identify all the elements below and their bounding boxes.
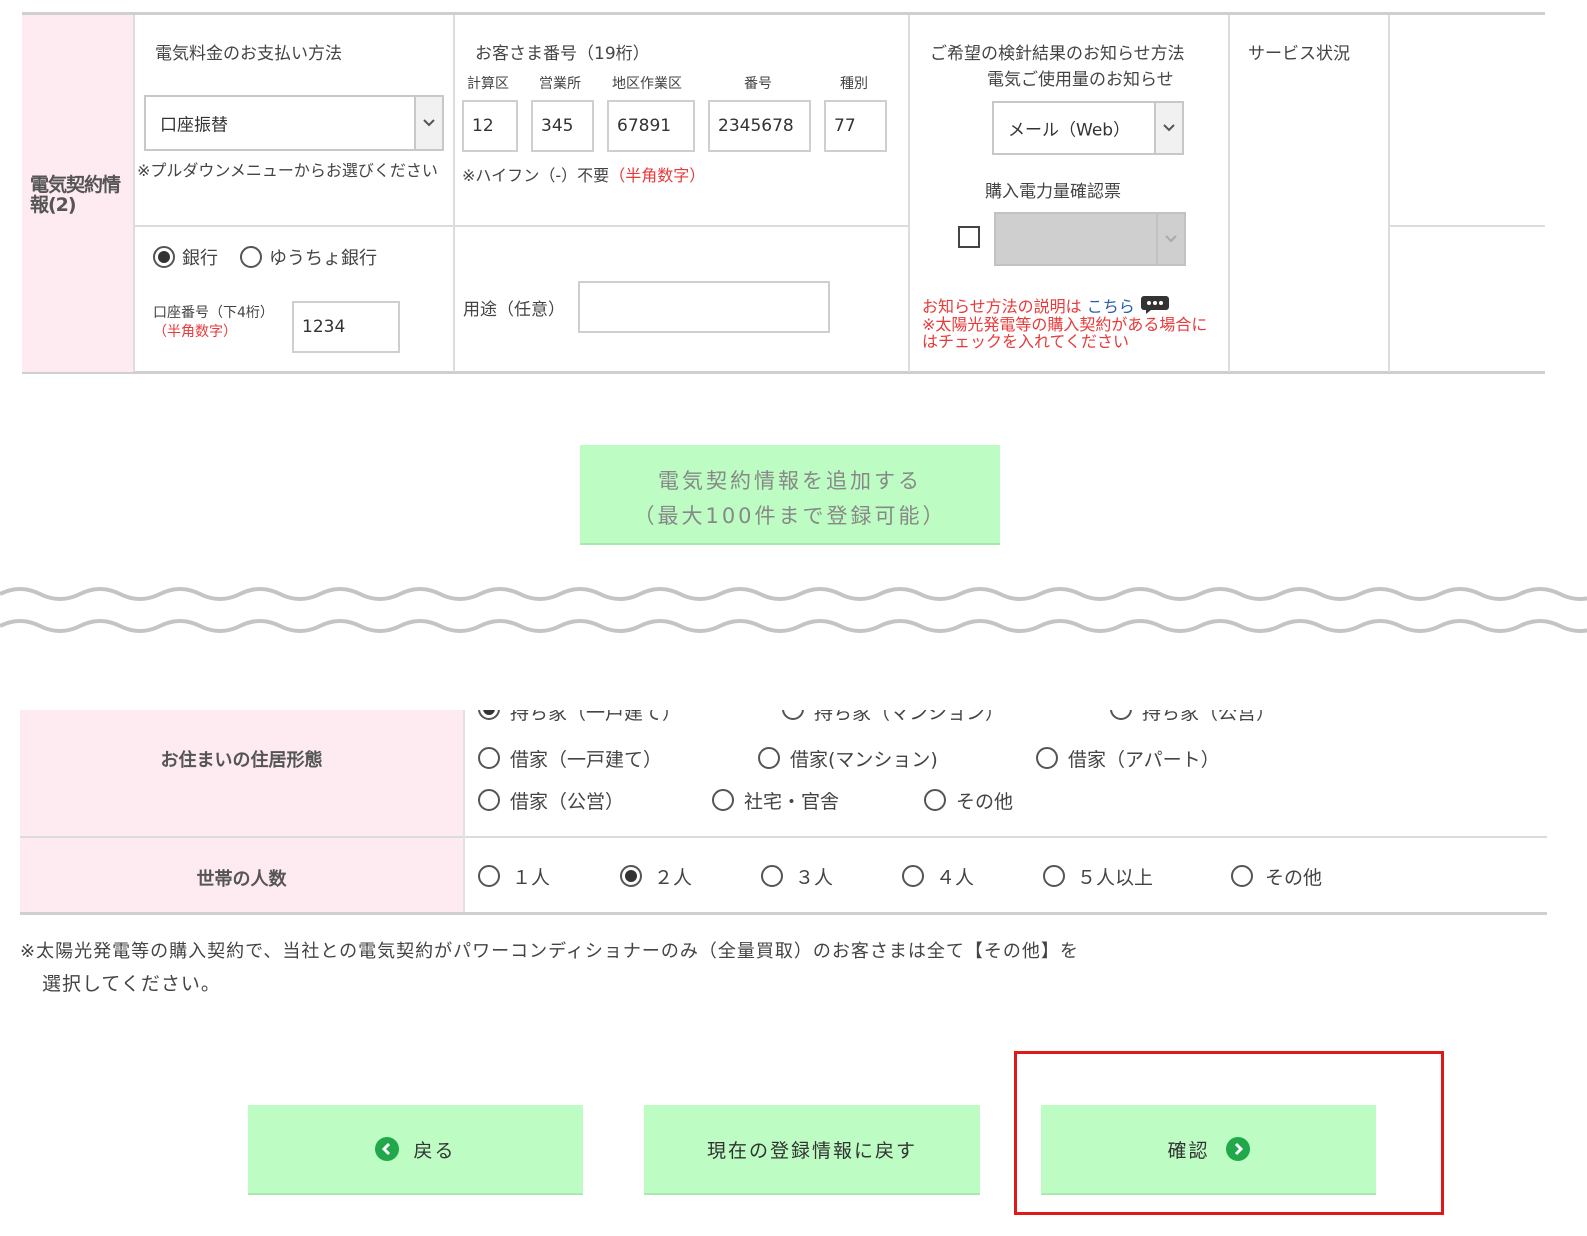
chevron-down-icon [1154, 103, 1182, 153]
usage-label: 用途（任意） [463, 300, 565, 320]
housing-company-radio[interactable] [712, 789, 734, 811]
housing-label-cell [20, 710, 463, 836]
household-option-label: その他 [1265, 867, 1323, 889]
purchase-contract-note: ※太陽光発電等の購入契約がある場合にはチェックを入れてください [922, 315, 1208, 351]
customer-number-input-3[interactable]: 67891 [607, 100, 695, 152]
chevron-down-icon [1156, 214, 1184, 264]
notification-method-value: メール（Web） [1008, 120, 1131, 141]
row-divider [20, 836, 1547, 838]
housing-option-label: 借家(マンション) [790, 749, 938, 771]
household-5plus-radio[interactable] [1043, 865, 1065, 887]
wave-separator [0, 587, 1587, 633]
household-3-radio[interactable] [761, 865, 783, 887]
footnote-line: ※太陽光発電等の購入契約で、当社との電気契約がパワーコンディショナーのみ（全量買… [20, 941, 1079, 962]
yucho-bank-radio[interactable] [240, 246, 262, 268]
column-divider [463, 710, 465, 912]
add-contract-button-label: 電気契約情報を追加する [658, 469, 922, 493]
account-number-hint: （半角数字） [153, 324, 237, 340]
customer-number-note: ※ハイフン（-）不要（半角数字） [462, 166, 705, 185]
bank-radio-label: 銀行 [182, 248, 218, 269]
bank-radio[interactable] [153, 246, 175, 268]
notification-explain: お知らせ方法の説明は こちら [922, 295, 1170, 316]
housing-option-label: 借家（アパート） [1068, 749, 1220, 771]
contract-info-table: 電気契約情報(2) 電気料金のお支払い方法 口座振替 ※プルダウンメニューからお… [22, 12, 1545, 374]
reset-button-label: 現在の登録情報に戻す [706, 1139, 917, 1162]
customer-number-note-red: （半角数字） [609, 166, 706, 185]
housing-option-label: 持ち家（公営） [1142, 710, 1276, 724]
housing-option-label: その他 [956, 791, 1014, 813]
housing-type-label: お住まいの住居形態 [160, 750, 323, 771]
purchase-power-label: 購入電力量確認票 [985, 182, 1121, 202]
housing-option-label: 社宅・官舎 [744, 791, 840, 813]
household-option-label: ２人 [654, 867, 693, 889]
housing-option-label: 持ち家（マンション） [814, 710, 1005, 724]
account-number-label: 口座番号（下4桁） [153, 305, 274, 321]
service-status-label: サービス状況 [1248, 44, 1350, 64]
customer-number-note-text: ※ハイフン（-）不要 [462, 166, 610, 185]
row-divider [1390, 225, 1545, 227]
customer-number-header: 種別 [840, 76, 868, 92]
add-contract-button[interactable]: 電気契約情報を追加する （最大100件まで登録可能） [580, 445, 1000, 545]
usage-input[interactable] [578, 281, 830, 333]
payment-method-label: 電気料金のお支払い方法 [155, 44, 342, 64]
chevron-left-circle-icon [375, 1137, 400, 1161]
chevron-down-icon [414, 97, 442, 149]
household-size-label: 世帯の人数 [196, 869, 287, 890]
household-other-radio[interactable] [1231, 865, 1253, 887]
speech-bubble-icon [1140, 296, 1169, 314]
housing-own-public-radio[interactable] [1110, 710, 1132, 720]
household-option-label: ５人以上 [1077, 867, 1154, 889]
household-info-table: お住まいの住居形態 世帯の人数 持ち家（一戸建て） 持ち家（マンション） 持ち家… [20, 710, 1547, 915]
housing-other-radio[interactable] [924, 789, 946, 811]
housing-rent-public-radio[interactable] [478, 789, 500, 811]
housing-rent-apartment-radio[interactable] [1036, 747, 1058, 769]
purchase-power-checkbox[interactable] [958, 226, 980, 248]
housing-option-label: 持ち家（一戸建て） [510, 710, 682, 724]
customer-number-header: 営業所 [539, 76, 581, 92]
add-contract-button-sublabel: （最大100件まで登録可能） [633, 504, 947, 528]
household-option-label: ３人 [795, 867, 834, 889]
contract-section-label: 電気契約情報(2) [22, 15, 135, 372]
household-2-radio[interactable] [620, 865, 642, 887]
housing-own-mansion-radio[interactable] [782, 710, 804, 720]
back-button-label: 戻る [413, 1139, 456, 1162]
account-number-input[interactable]: 1234 [292, 301, 400, 353]
household-footnote: ※太陽光発電等の購入契約で、当社との電気契約がパワーコンディショナーのみ（全量買… [20, 935, 1340, 1001]
housing-rent-mansion-radio[interactable] [758, 747, 780, 769]
housing-rent-house-radio[interactable] [478, 747, 500, 769]
payment-method-select[interactable]: 口座振替 [144, 95, 444, 151]
reset-to-registered-button[interactable]: 現在の登録情報に戻す [644, 1105, 980, 1195]
customer-number-input-5[interactable]: 77 [824, 100, 887, 152]
housing-option-label: 借家（一戸建て） [510, 749, 663, 771]
footnote-line: 選択してください。 [42, 973, 221, 995]
payment-method-note: ※プルダウンメニューからお選びください [137, 161, 438, 180]
yucho-bank-radio-label: ゆうちょ銀行 [269, 248, 377, 269]
household-1-radio[interactable] [478, 865, 500, 887]
customer-number-header: 番号 [744, 76, 772, 92]
customer-number-label: お客さま番号（19桁） [475, 44, 650, 64]
housing-row-1: 持ち家（一戸建て） 持ち家（マンション） 持ち家（公営） [470, 710, 1547, 732]
row-divider [135, 225, 910, 227]
customer-number-input-4[interactable]: 2345678 [708, 100, 811, 152]
service-status-column [1230, 15, 1390, 372]
payment-method-value: 口座振替 [160, 115, 228, 136]
notification-method-label: ご希望の検針結果のお知らせ方法 [930, 44, 1185, 64]
back-button[interactable]: 戻る [248, 1105, 583, 1195]
customer-number-header: 地区作業区 [612, 76, 682, 92]
confirm-highlight-box [1014, 1051, 1444, 1215]
usage-notice-label: 電気ご使用量のお知らせ [987, 70, 1174, 90]
notification-method-select[interactable]: メール（Web） [992, 101, 1184, 155]
household-option-label: ４人 [936, 867, 975, 889]
household-option-label: １人 [512, 867, 551, 889]
purchase-power-select[interactable] [994, 212, 1186, 266]
housing-own-house-radio[interactable] [478, 710, 500, 720]
customer-number-header: 計算区 [467, 76, 509, 92]
customer-number-input-1[interactable]: 12 [462, 100, 518, 152]
customer-number-input-2[interactable]: 345 [531, 100, 594, 152]
notification-explain-link[interactable]: こちら [1087, 297, 1135, 316]
household-4-radio[interactable] [902, 865, 924, 887]
housing-option-label: 借家（公営） [510, 791, 625, 813]
notification-explain-text: お知らせ方法の説明は [922, 297, 1082, 316]
